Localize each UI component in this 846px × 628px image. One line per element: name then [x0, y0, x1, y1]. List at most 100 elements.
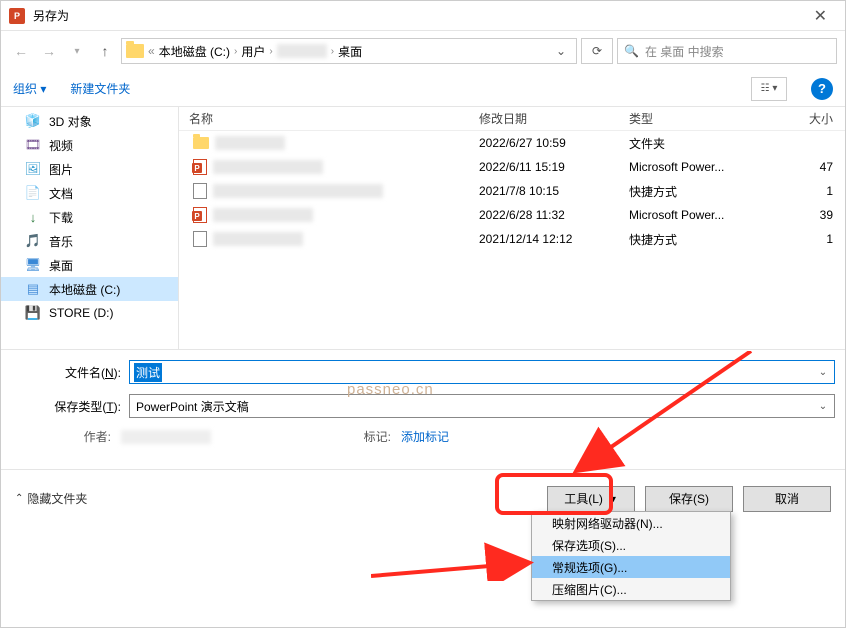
sidebar-item[interactable]: 📄文档: [1, 181, 178, 205]
filename-label: 文件名(N):: [11, 364, 129, 381]
type-select[interactable]: PowerPoint 演示文稿 ⌄: [129, 394, 835, 418]
file-row[interactable]: 2022/6/27 10:59文件夹: [179, 131, 845, 155]
breadcrumb-prefix: «: [148, 44, 155, 58]
sidebar-item-icon: 🖼: [25, 161, 41, 177]
sidebar-item-label: 视频: [49, 137, 73, 154]
filename-value: 测试: [134, 363, 162, 382]
sidebar-item-icon: 🎞: [25, 137, 41, 153]
file-row[interactable]: 2021/7/8 10:15快捷方式1: [179, 179, 845, 203]
toolbar: 组织 ▾ 新建文件夹 ☷ ▾ ?: [1, 71, 845, 107]
add-tag-link[interactable]: 添加标记: [401, 428, 449, 445]
file-list: 名称 修改日期 类型 大小 2022/6/27 10:59文件夹2022/6/1…: [179, 107, 845, 349]
tools-button[interactable]: 工具(L)▼: [547, 486, 635, 512]
filename-redacted: [213, 184, 383, 198]
form-area: 文件名(N): 测试 ⌄ 保存类型(T): PowerPoint 演示文稿 ⌄ …: [1, 349, 845, 445]
sidebar-item[interactable]: 🎞 视频: [1, 133, 178, 157]
author-label: 作者:: [71, 428, 111, 445]
new-folder-button[interactable]: 新建文件夹: [70, 80, 130, 97]
chevron-down-icon: ▼: [609, 494, 618, 504]
breadcrumb-part[interactable]: 本地磁盘 (C:): [159, 43, 230, 60]
titlebar: P 另存为 ✕: [1, 1, 845, 31]
address-dropdown-icon[interactable]: ⌄: [550, 44, 572, 58]
refresh-button[interactable]: ⟳: [581, 38, 613, 64]
search-placeholder: 在 桌面 中搜索: [645, 43, 724, 60]
tag-label: 标记:: [351, 428, 391, 445]
col-size[interactable]: 大小: [769, 110, 845, 127]
link-icon: [193, 231, 207, 247]
recent-dropdown[interactable]: ▾: [65, 39, 89, 63]
close-button[interactable]: ✕: [804, 6, 837, 26]
file-size: 1: [769, 232, 845, 246]
up-button[interactable]: ↑: [93, 39, 117, 63]
back-button[interactable]: ←: [9, 39, 33, 63]
menu-item[interactable]: 压缩图片(C)...: [532, 578, 730, 600]
sidebar-item[interactable]: 🧊3D 对象: [1, 109, 178, 133]
file-row[interactable]: 2022/6/11 15:19Microsoft Power...47: [179, 155, 845, 179]
file-date: 2022/6/27 10:59: [479, 136, 629, 150]
organize-button[interactable]: 组织 ▾: [13, 80, 46, 97]
filename-redacted: [213, 208, 313, 222]
filename-redacted: [215, 136, 285, 150]
sidebar-item[interactable]: 💾STORE (D:): [1, 301, 178, 325]
sidebar-item[interactable]: ▤ 本地磁盘 (C:): [1, 277, 178, 301]
type-value: PowerPoint 演示文稿: [136, 398, 249, 415]
col-date[interactable]: 修改日期: [479, 110, 629, 127]
file-type: Microsoft Power...: [629, 208, 769, 222]
save-button[interactable]: 保存(S): [645, 486, 733, 512]
chevron-right-icon: ›: [234, 46, 237, 57]
file-type: 快捷方式: [629, 183, 769, 200]
cancel-button[interactable]: 取消: [743, 486, 831, 512]
menu-item[interactable]: 映射网络驱动器(N)...: [532, 512, 730, 534]
breadcrumb-part[interactable]: 用户: [241, 43, 265, 60]
chevron-down-icon[interactable]: ⌄: [816, 365, 830, 379]
file-type: 文件夹: [629, 135, 769, 152]
file-size: 47: [769, 160, 845, 174]
tools-menu: 映射网络驱动器(N)...保存选项(S)...常规选项(G)...压缩图片(C)…: [531, 511, 731, 601]
breadcrumb-part[interactable]: 桌面: [338, 43, 362, 60]
filename-input[interactable]: 测试 ⌄: [129, 360, 835, 384]
file-date: 2021/7/8 10:15: [479, 184, 629, 198]
collapse-icon: ⌃: [15, 493, 23, 504]
navbar: ← → ▾ ↑ « 本地磁盘 (C:) › 用户 › › 桌面 ⌄ ⟳ 🔍 在 …: [1, 31, 845, 71]
type-label: 保存类型(T):: [11, 398, 129, 415]
search-input[interactable]: 🔍 在 桌面 中搜索: [617, 38, 837, 64]
hide-folders-toggle[interactable]: ⌃ 隐藏文件夹: [15, 490, 87, 507]
sidebar-item[interactable]: 🖼图片: [1, 157, 178, 181]
author-value-redacted[interactable]: [121, 430, 211, 444]
chevron-right-icon: ›: [269, 46, 272, 57]
sidebar-item-label: 本地磁盘 (C:): [49, 281, 120, 298]
col-type[interactable]: 类型: [629, 110, 769, 127]
sidebar-item-label: 桌面: [49, 257, 73, 274]
forward-button[interactable]: →: [37, 39, 61, 63]
file-size: 1: [769, 184, 845, 198]
help-button[interactable]: ?: [811, 78, 833, 100]
sidebar-item-label: 3D 对象: [49, 113, 92, 130]
chevron-down-icon[interactable]: ⌄: [816, 399, 830, 413]
file-size: 39: [769, 208, 845, 222]
address-bar[interactable]: « 本地磁盘 (C:) › 用户 › › 桌面 ⌄: [121, 38, 577, 64]
chevron-right-icon: ›: [331, 46, 334, 57]
sidebar-item-icon: 📄: [25, 185, 41, 201]
breadcrumb-part-redacted[interactable]: [277, 44, 327, 58]
col-name[interactable]: 名称: [179, 110, 479, 127]
body: 🧊3D 对象 🎞 视频 🖼图片📄文档↓下载🎵音乐 🖥 桌面 ▤ 本地磁盘 (C:) 💾STORE…: [1, 107, 845, 349]
sidebar-item[interactable]: ↓下载: [1, 205, 178, 229]
file-row[interactable]: 2022/6/28 11:32Microsoft Power...39: [179, 203, 845, 227]
file-row[interactable]: 2021/12/14 12:12快捷方式1: [179, 227, 845, 251]
sidebar-item[interactable]: 🖥 桌面: [1, 253, 178, 277]
view-mode-button[interactable]: ☷ ▾: [751, 77, 787, 101]
file-type: 快捷方式: [629, 231, 769, 248]
sidebar-item-icon: ▤: [25, 281, 41, 297]
folder-icon: [193, 137, 209, 149]
filename-redacted: [213, 232, 303, 246]
sidebar: 🧊3D 对象 🎞 视频 🖼图片📄文档↓下载🎵音乐 🖥 桌面 ▤ 本地磁盘 (C:) 💾STORE…: [1, 107, 179, 349]
menu-item[interactable]: 常规选项(G)...: [532, 556, 730, 578]
sidebar-item[interactable]: 🎵音乐: [1, 229, 178, 253]
file-date: 2022/6/28 11:32: [479, 208, 629, 222]
filename-redacted: [213, 160, 323, 174]
menu-item[interactable]: 保存选项(S)...: [532, 534, 730, 556]
sidebar-item-icon: 🖥: [25, 257, 41, 273]
sidebar-item-label: 音乐: [49, 233, 73, 250]
sidebar-item-icon: ↓: [25, 209, 41, 225]
file-date: 2021/12/14 12:12: [479, 232, 629, 246]
